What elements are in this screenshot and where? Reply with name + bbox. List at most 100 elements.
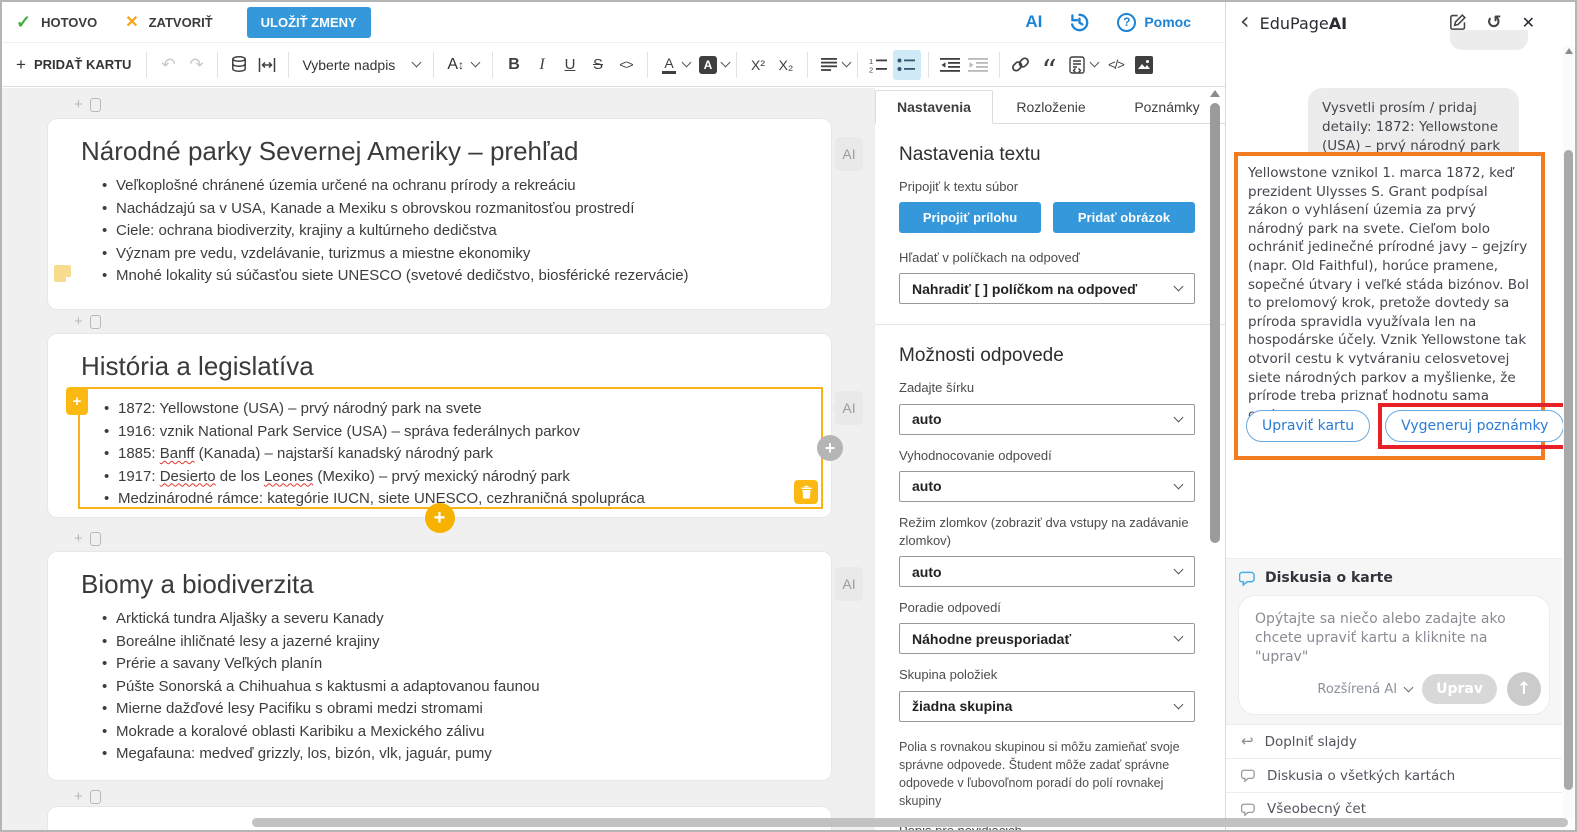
card-3[interactable]: Biomy a biodiverzita Arktická tundra Alj…	[47, 551, 832, 781]
card-discussion-input[interactable]: Opýtajte sa niečo alebo zadajte ako chce…	[1255, 610, 1533, 667]
ai-model-label: Rozšírená AI	[1317, 682, 1397, 697]
card-2[interactable]: História a legislatíva + 1872: Yellowsto…	[47, 333, 832, 518]
save-changes-button[interactable]: ULOŽIŤ ZMENY	[247, 7, 371, 38]
insert-card-control[interactable]: +	[74, 788, 101, 805]
help-icon: ?	[1117, 13, 1136, 32]
attach-file-button[interactable]: Pripojiť prílohu	[899, 202, 1041, 233]
scroll-up-icon[interactable]	[1565, 48, 1573, 54]
chevron-down-icon	[471, 58, 481, 68]
indent-button[interactable]	[964, 50, 992, 80]
uprav-submit-button[interactable]: Uprav	[1422, 674, 1497, 704]
card-bullet-list: Veľkoplošné chránené územia určené na oc…	[48, 175, 831, 288]
answer-options-heading: Možnosti odpovede	[899, 345, 1195, 367]
heading-style-select[interactable]: Vyberte nadpis	[296, 57, 426, 73]
font-size-select[interactable]: A↕	[441, 56, 485, 74]
bold-button[interactable]: B	[500, 50, 528, 80]
ai-panel-scrollbar-thumb[interactable]	[1564, 150, 1573, 790]
move-handle-icon[interactable]: +	[66, 387, 88, 415]
attach-file-label: Pripojiť k textu súbor	[899, 178, 1195, 196]
card-title: Národné parky Severnej Ameriky – prehľad	[81, 136, 831, 167]
bg-color-button[interactable]: A	[694, 50, 722, 80]
selected-list-block[interactable]: + 1872: Yellowstone (USA) – prvý národný…	[78, 387, 823, 509]
settings-scrollbar-thumb[interactable]	[1210, 103, 1220, 543]
inline-code-button[interactable]: <>	[612, 50, 640, 80]
undo-button[interactable]: ↶	[154, 50, 182, 80]
field-select[interactable]: žiadna skupina	[899, 691, 1195, 722]
strikethrough-button[interactable]: S	[584, 50, 612, 80]
outdent-button[interactable]	[936, 50, 964, 80]
field-label: Režim zlomkov (zobraziť dva vstupy na za…	[899, 514, 1195, 550]
footer-item-label: Doplniť slajdy	[1265, 734, 1357, 750]
superscript-button[interactable]: X²	[744, 50, 772, 80]
add-card-button[interactable]: + PRIDAŤ KARTU	[10, 55, 139, 75]
ai-model-select[interactable]: Rozšírená AI	[1317, 682, 1412, 697]
answer-fields-select[interactable]: Nahradiť [ ] políčkom na odpoveď	[899, 273, 1195, 304]
bullet-list-button[interactable]	[893, 50, 921, 80]
blockquote-button[interactable]: “	[1035, 50, 1063, 80]
section-divider	[875, 324, 1225, 325]
delete-block-button[interactable]	[794, 480, 818, 504]
field-select[interactable]: auto	[899, 404, 1195, 435]
horizontal-scrollbar[interactable]	[252, 818, 1568, 827]
card-1[interactable]: Národné parky Severnej Ameriky – prehľad…	[47, 118, 832, 310]
text-color-button[interactable]: A	[655, 50, 683, 80]
edit-card-button[interactable]: Upraviť kartu	[1246, 410, 1370, 442]
card-stack-button[interactable]	[225, 50, 253, 80]
insert-image-button[interactable]	[1130, 50, 1158, 80]
footer-item-doplnit-slajdy[interactable]: ↩ Doplniť slajdy	[1226, 724, 1562, 758]
code-block-button[interactable]: </>	[1102, 50, 1130, 80]
ordered-list-button[interactable]: 1 2	[865, 50, 893, 80]
field-label: Poradie odpovedí	[899, 599, 1195, 617]
bullet-item: 1885: Banff (Kanada) – najstarší kanadsk…	[118, 443, 811, 466]
card-ai-assist-tab[interactable]: AI	[835, 567, 863, 601]
plus-icon: +	[74, 96, 83, 113]
subscript-button[interactable]: X₂	[772, 50, 800, 80]
ai-button[interactable]: AI	[1025, 12, 1042, 32]
insert-card-control[interactable]: +	[74, 530, 101, 547]
scroll-up-icon[interactable]	[1210, 90, 1220, 97]
chevron-down-icon[interactable]	[682, 58, 692, 68]
indent-icon	[968, 58, 988, 72]
underline-button[interactable]: U	[556, 50, 584, 80]
text-width-button[interactable]	[253, 50, 281, 80]
bullet-item: Boreálne ihličnaté lesy a jazerné krajin…	[116, 631, 811, 654]
field-select[interactable]: Náhodne preusporiadať	[899, 623, 1195, 654]
bullet-item: 1917: Desierto de los Leones (Mexiko) – …	[118, 466, 811, 489]
chevron-down-icon[interactable]	[1090, 58, 1100, 68]
tab-rozlozenie[interactable]: Rozloženie	[993, 90, 1109, 123]
add-block-below-button[interactable]: +	[425, 503, 455, 533]
field-value: žiadna skupina	[912, 698, 1012, 714]
footer-item-diskusia-vsetky-karty[interactable]: Diskusia o všetkých kartách	[1226, 758, 1562, 792]
chevron-down-icon	[1174, 632, 1184, 642]
help-button[interactable]: ? Pomoc	[1117, 13, 1191, 32]
back-chevron-icon[interactable]: ‹	[1240, 9, 1250, 33]
field-select[interactable]: auto	[899, 556, 1195, 587]
generate-notes-button[interactable]: Vygeneruj poznámky	[1385, 410, 1564, 442]
link-button[interactable]	[1007, 50, 1035, 80]
insert-card-control[interactable]: +	[74, 313, 101, 330]
redo-button[interactable]: ↷	[182, 50, 210, 80]
done-button[interactable]: ✓ HOTOVO	[16, 12, 97, 33]
italic-button[interactable]: I	[528, 50, 556, 80]
card-ai-assist-tab[interactable]: AI	[835, 391, 863, 425]
close-panel-icon[interactable]: ✕	[1522, 15, 1535, 31]
previous-message-bubble	[1450, 30, 1528, 50]
align-justify-icon	[821, 58, 837, 71]
close-button[interactable]: ✕ ZATVORIŤ	[125, 12, 212, 32]
card-ai-assist-tab[interactable]: AI	[835, 137, 863, 171]
chevron-down-icon[interactable]	[721, 58, 731, 68]
insert-card-control[interactable]: +	[74, 96, 101, 113]
settings-scrollbar[interactable]	[1209, 90, 1221, 826]
ai-panel-scrollbar[interactable]	[1563, 46, 1574, 818]
tab-nastavenia[interactable]: Nastavenia	[875, 90, 993, 124]
send-arrow-button[interactable]: ↑	[1507, 672, 1541, 706]
history-icon[interactable]	[1068, 11, 1091, 34]
chevron-down-icon[interactable]	[842, 58, 852, 68]
add-item-button[interactable]: +	[817, 435, 843, 461]
tab-poznamky[interactable]: Poznámky	[1109, 90, 1225, 123]
align-button[interactable]	[815, 50, 843, 80]
bullet-item: Prérie a savany Veľkých planín	[116, 653, 811, 676]
field-select[interactable]: auto	[899, 471, 1195, 502]
template-button[interactable]	[1063, 50, 1091, 80]
add-image-button[interactable]: Pridať obrázok	[1053, 202, 1195, 233]
